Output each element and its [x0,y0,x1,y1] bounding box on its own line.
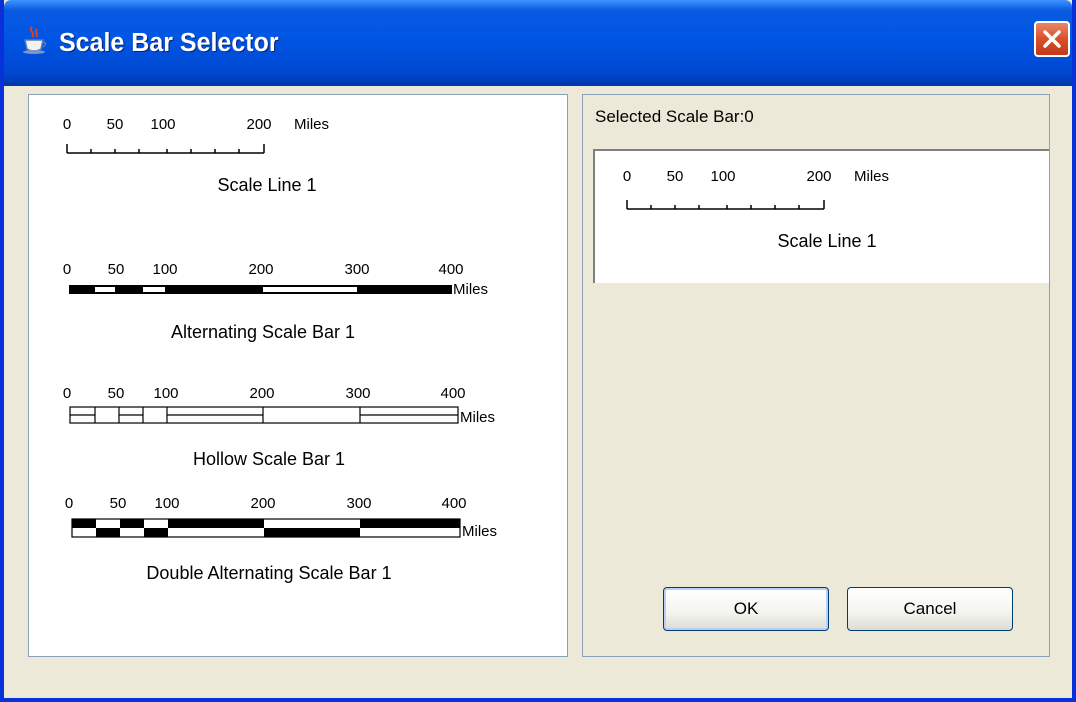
tick-label: 200 [250,495,275,512]
tick-label: 100 [710,168,735,185]
tick-label: 100 [150,116,175,133]
dialog-body: 0 50 100 200 Miles Scale Line 1 0 50 100… [4,86,1072,698]
scale-bar-item-double-alternating[interactable]: 0 50 100 200 300 400 Miles Double Altern… [65,495,497,583]
alternating-bar-graphic [69,285,452,294]
tick-label: 0 [63,116,71,133]
scale-bar-item-scale-line[interactable]: 0 50 100 200 Miles Scale Line 1 [63,116,329,195]
title-bar[interactable]: Scale Bar Selector [4,0,1072,86]
double-alternating-bar-graphic [71,518,461,538]
hollow-bar-graphic [69,406,459,424]
tick-label: 200 [806,168,831,185]
units-label: Miles [854,168,889,185]
tick-label: 0 [63,385,71,402]
close-button[interactable] [1034,21,1070,57]
close-icon [1043,30,1061,48]
scale-line-graphic [626,200,825,210]
preview-viewport: 0 50 100 200 Miles Scale Line 1 [593,149,1049,283]
java-cup-icon [23,26,47,54]
tick-label: 50 [108,385,125,402]
cancel-button[interactable]: Cancel [847,587,1013,631]
window-title: Scale Bar Selector [59,28,279,58]
tick-label: 0 [623,168,631,185]
tick-label: 200 [249,385,274,402]
scale-bar-name: Alternating Scale Bar 1 [171,322,355,342]
tick-label: 50 [108,261,125,278]
scale-line-graphic [66,144,265,154]
scale-bar-name: Double Alternating Scale Bar 1 [146,563,391,583]
tick-label: 50 [107,116,124,133]
tick-label: 0 [65,495,73,512]
selection-panel: Selected Scale Bar:0 0 50 100 200 Miles [582,94,1050,657]
tick-label: 200 [246,116,271,133]
units-label: Miles [462,523,497,540]
scale-bar-name: Hollow Scale Bar 1 [193,449,345,469]
tick-label: 400 [438,261,463,278]
scale-bar-item-alternating[interactable]: 0 50 100 200 300 400 Miles Alternating S… [63,261,488,342]
tick-label: 200 [248,261,273,278]
units-label: Miles [294,116,329,133]
units-label: Miles [453,281,488,298]
units-label: Miles [460,409,495,426]
tick-label: 100 [152,261,177,278]
preview-canvas: 0 50 100 200 Miles Scale Line 1 [623,168,889,251]
tick-label: 0 [63,261,71,278]
tick-label: 300 [345,385,370,402]
tick-label: 100 [153,385,178,402]
ok-button[interactable]: OK [663,587,829,631]
scale-bar-item-hollow[interactable]: 0 50 100 200 300 400 Miles Hollow Scale … [63,385,495,469]
tick-label: 400 [440,385,465,402]
tick-label: 400 [441,495,466,512]
selected-scale-bar-label: Selected Scale Bar:0 [595,107,754,126]
dialog-window: Scale Bar Selector 0 50 100 200 Miles Sc… [0,0,1076,702]
tick-label: 100 [154,495,179,512]
scale-bar-name: Scale Line 1 [777,231,876,251]
tick-label: 50 [667,168,684,185]
tick-label: 50 [110,495,127,512]
tick-label: 300 [344,261,369,278]
scale-bar-list-canvas: 0 50 100 200 Miles Scale Line 1 0 50 100… [63,116,497,583]
tick-label: 300 [346,495,371,512]
scale-bar-name: Scale Line 1 [217,175,316,195]
scale-bar-list: 0 50 100 200 Miles Scale Line 1 0 50 100… [28,94,568,657]
preview-pane: 0 50 100 200 Miles Scale Line 1 [593,149,1049,283]
